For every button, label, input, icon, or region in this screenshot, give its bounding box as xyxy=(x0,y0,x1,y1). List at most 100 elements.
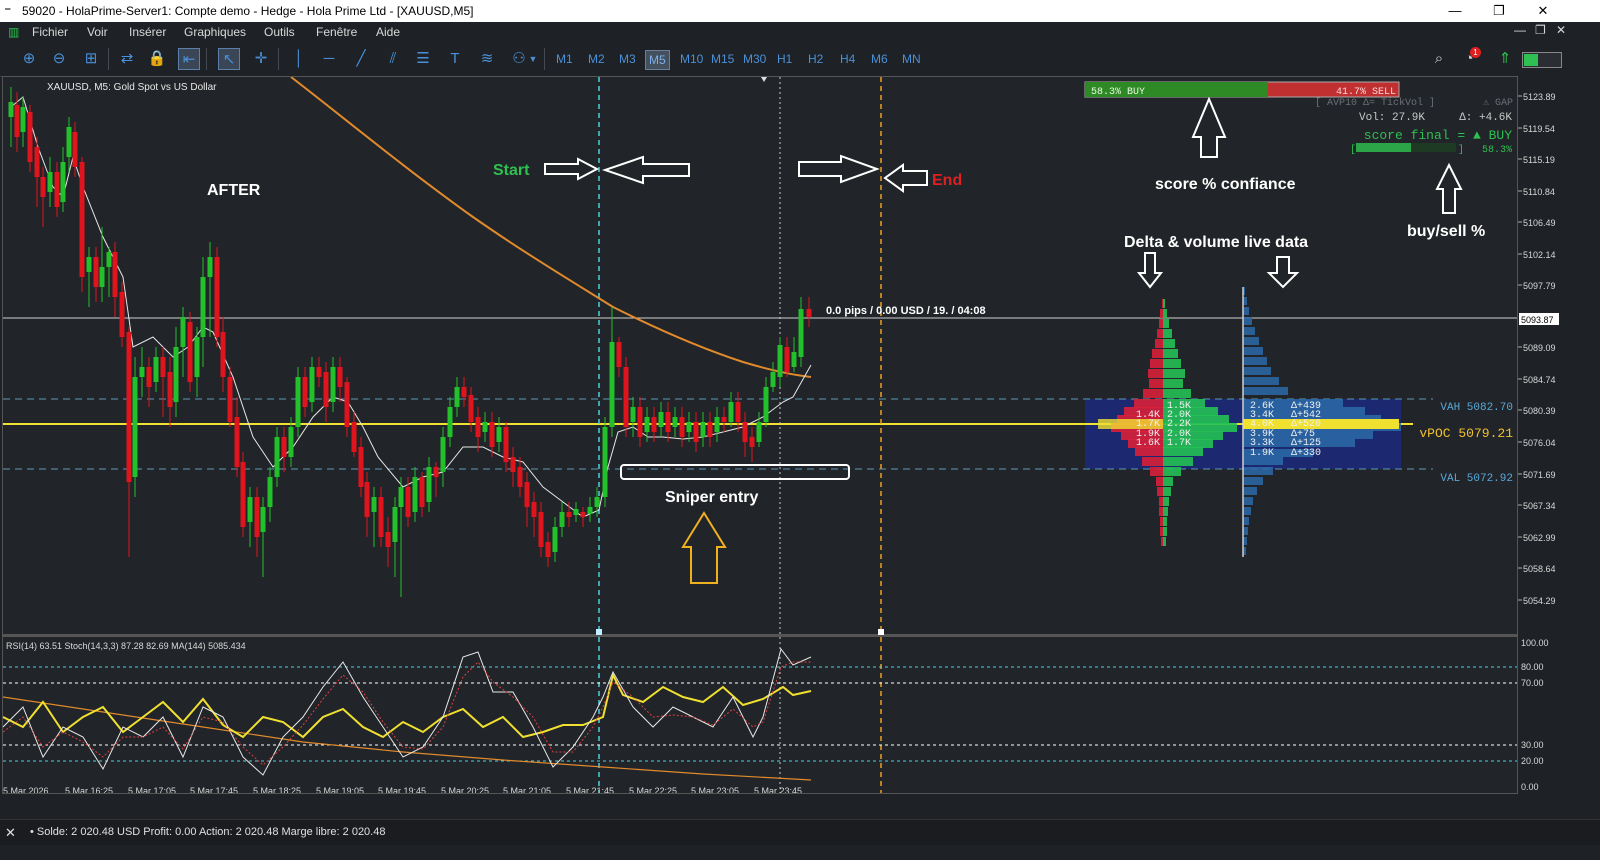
price-label: 5071.69 xyxy=(1523,470,1556,480)
end-handle xyxy=(878,629,884,635)
text-icon[interactable]: T xyxy=(444,48,466,70)
tf-m5[interactable]: M5 xyxy=(645,50,670,70)
menu-fenetre[interactable]: Fenêtre xyxy=(316,25,357,39)
total-volume-bar xyxy=(1243,377,1279,385)
total-volume-bar xyxy=(1243,347,1263,355)
vertical-line-icon[interactable]: │ xyxy=(288,48,310,70)
candle-body xyxy=(616,342,622,367)
menu-outils[interactable]: Outils xyxy=(264,25,295,39)
candle-body xyxy=(66,127,72,157)
candle-body xyxy=(763,387,769,422)
candle-body xyxy=(40,177,46,197)
menu-inserer[interactable]: Insérer xyxy=(129,25,166,39)
child-close-button[interactable]: ✕ xyxy=(1556,23,1566,37)
search-icon[interactable]: ⌕ xyxy=(1428,48,1450,70)
tf-m3[interactable]: M3 xyxy=(616,50,639,68)
trendline-icon[interactable]: ╱ xyxy=(350,48,372,70)
val-label: VAL 5072.92 xyxy=(1440,473,1513,485)
tf-m30[interactable]: M30 xyxy=(740,50,769,68)
tf-h1[interactable]: H1 xyxy=(774,50,795,68)
menu-aide[interactable]: Aide xyxy=(376,25,400,39)
time-label: 5 Mar 21:05 xyxy=(503,786,551,793)
signal-icon[interactable]: ⇑ xyxy=(1494,48,1516,70)
time-label: 5 Mar 23:45 xyxy=(754,786,802,793)
buy-volume-bar xyxy=(1163,369,1185,378)
maximize-button[interactable]: ❐ xyxy=(1484,1,1514,21)
chevron-down-icon[interactable]: ▼ xyxy=(527,48,539,70)
buysell-pct-label: buy/sell % xyxy=(1407,223,1485,240)
price-label: 5089.09 xyxy=(1523,343,1556,353)
candle-body xyxy=(8,102,14,117)
menu-fichier[interactable]: Fichier xyxy=(32,25,68,39)
score-bracket-right-icon: ] xyxy=(1458,144,1464,156)
candle-body xyxy=(160,357,166,377)
candle-body xyxy=(552,527,558,552)
candle-body xyxy=(288,427,294,457)
candle-body xyxy=(693,422,699,442)
lock-icon[interactable]: 🔒 xyxy=(146,48,168,70)
sell-volume-bar xyxy=(1152,349,1163,358)
crosshair-icon[interactable]: ✛ xyxy=(250,48,272,70)
tf-m1[interactable]: M1 xyxy=(553,50,576,68)
close-button[interactable]: ✕ xyxy=(1528,1,1558,21)
chart-window[interactable]: 1.5K 2.6K Δ+439 1.4K 2.0K 3.4K Δ+542 1.7K 2.2K 4.… xyxy=(2,76,1518,794)
candle-body xyxy=(214,257,220,337)
chart-canvas[interactable]: 1.5K 2.6K Δ+4391.4K 2.0K 3.4K Δ+5421.7K 2.2K 4.… xyxy=(3,77,1517,793)
candle-body xyxy=(545,542,551,557)
candle-body xyxy=(784,347,790,372)
chart-shift-icon[interactable]: ⇤ xyxy=(178,48,200,70)
close-panel-icon[interactable]: ✕ xyxy=(5,825,16,841)
candle-body xyxy=(72,132,78,167)
child-minimize-button[interactable]: — xyxy=(1514,23,1526,37)
total-volume-bar xyxy=(1243,357,1267,365)
grid-icon[interactable]: ⊞ xyxy=(80,48,102,70)
tf-m15[interactable]: M15 xyxy=(708,50,737,68)
candle-body xyxy=(630,407,636,422)
autoscroll-icon[interactable]: ⇄ xyxy=(116,48,138,70)
channel-icon[interactable]: ⫽ xyxy=(382,48,404,70)
menu-graphiques[interactable]: Graphiques xyxy=(184,25,246,39)
candle-body xyxy=(594,497,600,507)
candle-body xyxy=(587,507,593,514)
candle-body xyxy=(364,482,370,517)
candle-body xyxy=(227,377,233,422)
candle-body xyxy=(623,367,629,427)
fibonacci-icon[interactable]: ☰ xyxy=(412,48,434,70)
end-arrow-right-icon xyxy=(798,154,880,184)
price-axis[interactable]: 5123.89 5119.54 5115.19 5110.84 5106.49 5102.… xyxy=(1518,76,1600,794)
indicator-separator xyxy=(3,634,1517,637)
total-volume-bar xyxy=(1243,517,1249,525)
candle-body xyxy=(93,257,99,287)
end-arrow-left-icon xyxy=(883,163,928,193)
candle-body xyxy=(461,387,467,397)
candle-body xyxy=(99,267,105,287)
sell-volume-bar xyxy=(1159,319,1163,328)
tf-h4[interactable]: H4 xyxy=(837,50,858,68)
tf-m10[interactable]: M10 xyxy=(677,50,706,68)
candle-body xyxy=(791,352,797,367)
menu-bar: ▥ Fichier Voir Insérer Graphiques Outils… xyxy=(0,22,1600,42)
buy-volume-bar xyxy=(1163,309,1167,318)
sell-volume-bar xyxy=(1134,399,1163,408)
cursor-icon[interactable]: ↖ xyxy=(218,48,240,70)
tf-mn[interactable]: MN xyxy=(899,50,924,68)
candle-body xyxy=(106,252,112,267)
horizontal-line-icon[interactable]: ─ xyxy=(318,48,340,70)
candle-body xyxy=(510,457,516,472)
candle-body xyxy=(672,417,678,427)
after-label: AFTER xyxy=(207,182,261,199)
zoom-out-icon[interactable]: ⊖ xyxy=(48,48,70,70)
vol-label: Vol: 27.9K xyxy=(1359,112,1425,124)
tf-h2[interactable]: H2 xyxy=(805,50,826,68)
tf-m6[interactable]: M6 xyxy=(868,50,891,68)
zoom-in-icon[interactable]: ⊕ xyxy=(18,48,40,70)
candle-body xyxy=(351,422,357,452)
gann-icon[interactable]: ≋ xyxy=(476,48,498,70)
app-menu-icon[interactable]: ▥ xyxy=(8,25,19,39)
tf-m2[interactable]: M2 xyxy=(585,50,608,68)
time-label: 5 Mar 22:25 xyxy=(629,786,677,793)
child-restore-button[interactable]: ❐ xyxy=(1535,23,1546,37)
menu-voir[interactable]: Voir xyxy=(87,25,108,39)
minimize-button[interactable]: — xyxy=(1440,1,1470,21)
buy-volume-bar xyxy=(1163,467,1181,476)
